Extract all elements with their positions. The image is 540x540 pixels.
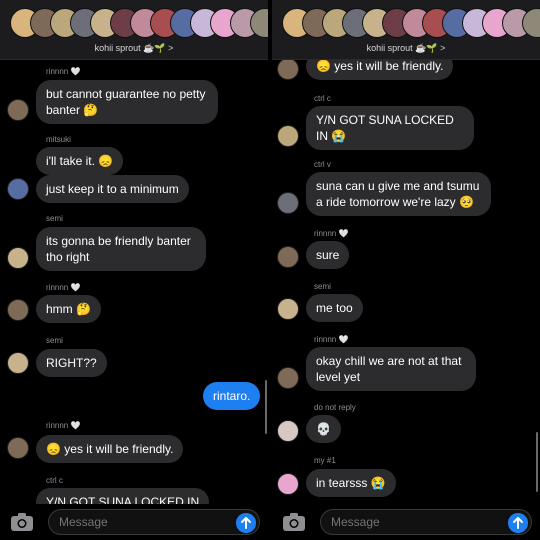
message-input[interactable] — [320, 509, 532, 535]
message-list[interactable]: 😞 yes it will be friendly. ctrl c Y/N GO… — [272, 0, 540, 540]
camera-icon[interactable] — [282, 512, 306, 532]
message-bubble[interactable]: Y/N GOT SUNA LOCKED IN 😭 — [306, 106, 474, 150]
message-bubble[interactable]: but cannot guarantee no petty banter 🤔 — [36, 80, 218, 124]
sender-name: semi — [314, 282, 331, 291]
message-bubble[interactable]: 💀 — [306, 415, 341, 443]
message-bubble[interactable]: sure — [306, 241, 350, 269]
message-bubble[interactable]: okay chill we are not at that level yet — [306, 347, 476, 391]
avatar[interactable] — [277, 473, 299, 495]
sender-name: rinnnn 🤍 — [46, 283, 81, 292]
sender-name: ctrl c — [314, 94, 331, 103]
group-avatars[interactable] — [282, 8, 540, 38]
message-bubble[interactable]: suna can u give me and tsumu a ride tomo… — [306, 172, 491, 216]
avatar[interactable] — [7, 99, 29, 121]
message-bubble[interactable]: me too — [306, 294, 363, 322]
avatar[interactable] — [277, 246, 299, 268]
send-arrow-icon[interactable] — [508, 513, 528, 533]
message-list[interactable]: rinnnn 🤍 but cannot guarantee no petty b… — [0, 0, 268, 540]
group-name[interactable]: kohii sprout ☕🌱 > — [0, 43, 268, 54]
sender-name: do not reply — [314, 403, 356, 412]
group-header[interactable]: kohii sprout ☕🌱 > — [0, 0, 268, 60]
message-bubble[interactable]: just keep it to a minimum — [36, 175, 189, 203]
sender-name: rinnnn 🤍 — [314, 229, 349, 238]
chat-panel-right: 😞 yes it will be friendly. ctrl c Y/N GO… — [272, 0, 540, 540]
sender-name: mitsuki — [46, 135, 71, 144]
avatar[interactable] — [277, 298, 299, 320]
avatar[interactable] — [7, 437, 29, 459]
avatar[interactable] — [7, 352, 29, 374]
message-input[interactable] — [48, 509, 260, 535]
sender-name: ctrl v — [314, 160, 331, 169]
sender-name: semi — [46, 336, 63, 345]
chat-panel-left: rinnnn 🤍 but cannot guarantee no petty b… — [0, 0, 268, 540]
message-composer — [272, 504, 540, 540]
avatar[interactable] — [7, 247, 29, 269]
avatar[interactable] — [277, 58, 299, 80]
message-bubble[interactable]: hmm 🤔 — [36, 295, 101, 323]
avatar[interactable] — [277, 420, 299, 442]
sender-name: semi — [46, 214, 63, 223]
sender-name: my #1 — [314, 456, 336, 465]
group-avatars[interactable] — [10, 8, 268, 38]
avatar[interactable] — [277, 125, 299, 147]
group-name[interactable]: kohii sprout ☕🌱 > — [272, 43, 540, 54]
message-bubble[interactable]: its gonna be friendly banter tho right — [36, 227, 206, 271]
message-bubble[interactable]: in tearsss 😭 — [306, 469, 396, 497]
message-composer — [0, 504, 268, 540]
scrollbar[interactable] — [536, 432, 538, 492]
sender-name: rinnnn 🤍 — [314, 335, 349, 344]
sender-name: rinnnn 🤍 — [46, 421, 81, 430]
message-bubble[interactable]: i'll take it. 😞 — [36, 147, 124, 175]
screenshot-pair: rinnnn 🤍 but cannot guarantee no petty b… — [0, 0, 540, 540]
scrollbar[interactable] — [265, 380, 267, 434]
avatar[interactable] — [7, 299, 29, 321]
avatar[interactable] — [277, 192, 299, 214]
avatar[interactable] — [277, 367, 299, 389]
outgoing-message-bubble[interactable]: rintaro. — [203, 382, 261, 410]
sender-name: rinnnn 🤍 — [46, 67, 81, 76]
avatar[interactable] — [7, 178, 29, 200]
group-header[interactable]: kohii sprout ☕🌱 > — [272, 0, 540, 60]
send-arrow-icon[interactable] — [236, 513, 256, 533]
sender-name: ctrl c — [46, 476, 63, 485]
camera-icon[interactable] — [10, 512, 34, 532]
message-bubble[interactable]: 😞 yes it will be friendly. — [36, 435, 184, 463]
message-bubble[interactable]: RIGHT?? — [36, 349, 107, 377]
